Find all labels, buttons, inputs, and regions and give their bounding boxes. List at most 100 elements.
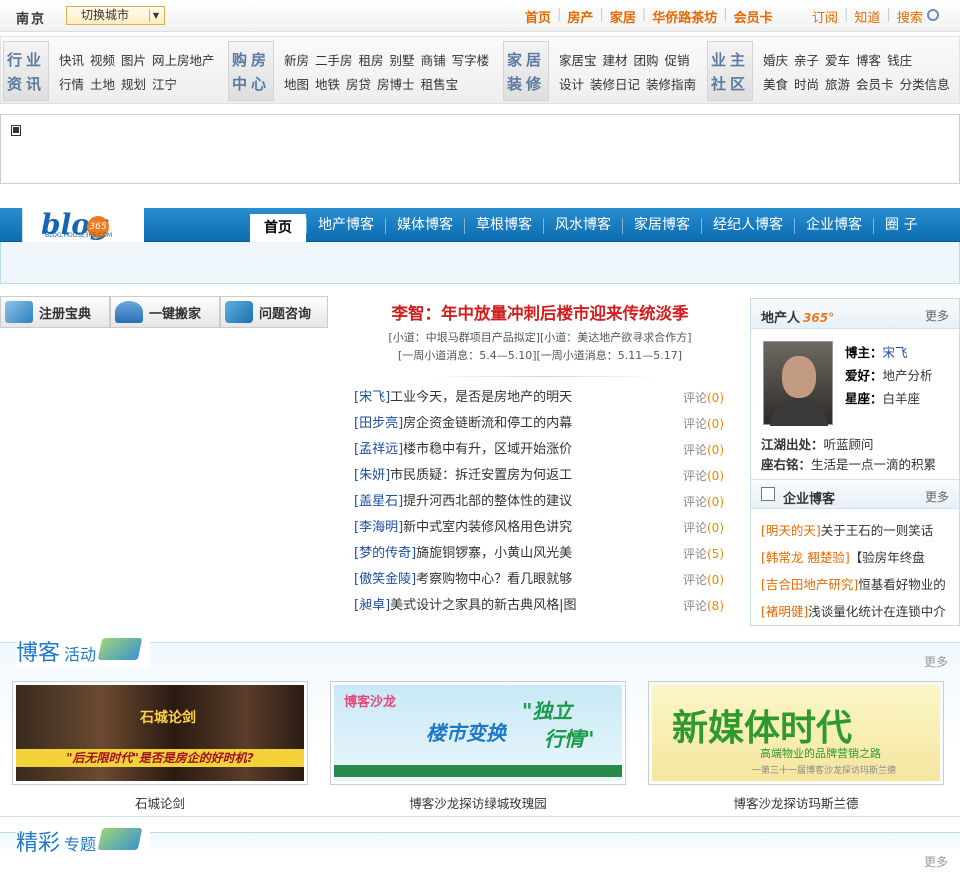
blog-tab-realestate[interactable]: 地产博客	[307, 208, 385, 242]
activity-caption[interactable]: 博客沙龙探访玛斯兰德	[648, 793, 944, 812]
cat-link[interactable]: 地铁	[315, 77, 340, 92]
article-title[interactable]: 房企资金链断流和停工的内幕	[403, 416, 572, 431]
cat-link[interactable]: 家居宝	[559, 53, 597, 68]
corp-author[interactable]: 吉合田地产研究	[766, 577, 854, 592]
blog-tab-agent[interactable]: 经纪人博客	[702, 208, 794, 242]
blog-tab-grassroots[interactable]: 草根博客	[465, 208, 543, 242]
more-link[interactable]: 更多	[925, 307, 949, 324]
article-author[interactable]: 昶卓	[359, 598, 385, 613]
activity-image[interactable]: 石城论剑 "后无限时代"是否是房企的好时机?	[16, 685, 304, 781]
activity-card[interactable]: 新媒体时代 高端物业的品牌营销之路 一第三十一届博客沙龙探访玛斯兰德	[648, 681, 944, 785]
top-nav-home-decor[interactable]: 家居	[610, 7, 636, 26]
cat-link[interactable]: 建材	[603, 53, 628, 68]
comment-label[interactable]: 评论	[683, 469, 707, 483]
article-title[interactable]: 新中式室内装修风格用色讲究	[403, 520, 572, 535]
comment-label[interactable]: 评论	[683, 417, 707, 431]
blog-tab-home-decor[interactable]: 家居博客	[623, 208, 701, 242]
blog-tab-media[interactable]: 媒体博客	[386, 208, 464, 242]
cat-link[interactable]: 写字楼	[452, 53, 490, 68]
blog-tab-enterprise[interactable]: 企业博客	[795, 208, 873, 242]
comment-label[interactable]: 评论	[683, 521, 707, 535]
avatar[interactable]	[763, 341, 833, 426]
article-author[interactable]: 田步亮	[359, 416, 398, 431]
activity-image[interactable]: 新媒体时代 高端物业的品牌营销之路 一第三十一届博客沙龙探访玛斯兰德	[652, 685, 940, 781]
cat-link[interactable]: 分类信息	[900, 77, 950, 92]
cat-link[interactable]: 二手房	[315, 53, 353, 68]
cat-link[interactable]: 爱车	[825, 53, 850, 68]
corp-author[interactable]: 褚明健	[766, 604, 804, 619]
cat-link[interactable]: 别墅	[390, 53, 415, 68]
article-author[interactable]: 朱妍	[359, 468, 385, 483]
activity-card[interactable]: 石城论剑 "后无限时代"是否是房企的好时机?	[12, 681, 308, 785]
article-title[interactable]: 美式设计之家具的新古典风格|图	[390, 598, 576, 613]
cat-link[interactable]: 行情	[59, 77, 84, 92]
cat-link[interactable]: 美食	[763, 77, 788, 92]
article-title[interactable]: 工业今天，是否是房地产的明天	[390, 390, 572, 405]
cat-link[interactable]: 婚庆	[763, 53, 788, 68]
cat-link[interactable]: 新房	[284, 53, 309, 68]
cat-link[interactable]: 会员卡	[856, 77, 894, 92]
comment-label[interactable]: 评论	[683, 391, 707, 405]
comment-label[interactable]: 评论	[683, 599, 707, 613]
city-switch-select[interactable]: 切换城市 ▼	[66, 6, 165, 25]
cat-link[interactable]: 房贷	[346, 77, 371, 92]
top-nav-home[interactable]: 首页	[525, 7, 551, 26]
cat-link[interactable]: 旅游	[825, 77, 850, 92]
article-author[interactable]: 李海明	[359, 520, 398, 535]
blog-tab-circle[interactable]: 圈 子	[874, 208, 928, 242]
cat-link[interactable]: 图片	[121, 53, 146, 68]
comment-label[interactable]: 评论	[683, 495, 707, 509]
corp-author[interactable]: 明天的天	[766, 523, 816, 538]
article-author[interactable]: 孟祥远	[359, 442, 398, 457]
ad-banner[interactable]	[0, 114, 960, 184]
subline-link[interactable]: [小道：中垠马群项目产品拟定][小道：美达地产欲寻求合作方]	[340, 329, 740, 347]
top-nav-membership[interactable]: 会员卡	[734, 7, 773, 26]
article-title[interactable]: 考察购物中心？看几眼就够	[416, 572, 572, 587]
one-click-move-button[interactable]: 一键搬家	[110, 296, 220, 328]
article-author[interactable]: 盖星石	[359, 494, 398, 509]
top-nav-house[interactable]: 房产	[567, 7, 593, 26]
cat-link[interactable]: 装修日记	[590, 77, 640, 92]
comment-label[interactable]: 评论	[683, 443, 707, 457]
corp-title[interactable]: 关于王石的一则笑话	[821, 523, 934, 538]
profile-value[interactable]: 宋飞	[883, 345, 908, 360]
cat-link[interactable]: 地图	[284, 77, 309, 92]
blog-logo[interactable]: blog 365 BLOG.HOUSE365.COM	[22, 208, 144, 242]
list-item[interactable]: [韩常龙 翘楚验]【验房年终盘	[761, 544, 957, 571]
corp-title[interactable]: 恒基看好物业的	[858, 577, 946, 592]
cat-link[interactable]: 时尚	[794, 77, 819, 92]
cat-link[interactable]: 土地	[90, 77, 115, 92]
cat-link[interactable]: 团购	[634, 53, 659, 68]
more-link[interactable]: 更多	[924, 853, 948, 870]
article-author[interactable]: 傲笑金陵	[359, 572, 411, 587]
activity-caption[interactable]: 博客沙龙探访绿城玫瑰园	[330, 793, 626, 812]
question-button[interactable]: 问题咨询	[220, 296, 328, 328]
cat-link[interactable]: 博客	[856, 53, 881, 68]
more-link[interactable]: 更多	[924, 653, 948, 670]
activity-card[interactable]: 博客沙龙 楼市变换 "独立 行情"	[330, 681, 626, 785]
cat-link[interactable]: 亲子	[794, 53, 819, 68]
article-title[interactable]: 提升河西北部的整体性的建议	[403, 494, 572, 509]
article-title[interactable]: 旖旎铜锣寨，小黄山风光美	[416, 546, 572, 561]
headline[interactable]: 李智：年中放量冲刺后楼市迎来传统淡季	[340, 300, 740, 324]
search-link[interactable]: 搜索	[897, 7, 923, 26]
article-title[interactable]: 楼市稳中有升，区域开始涨价	[403, 442, 572, 457]
subscribe-link[interactable]: 订阅	[812, 7, 838, 26]
cat-link[interactable]: 租售宝	[421, 77, 459, 92]
cat-link[interactable]: 设计	[559, 77, 584, 92]
blog-tab-home[interactable]: 首页	[250, 214, 306, 242]
list-item[interactable]: [褚明健]浅谈量化统计在连锁中介	[761, 598, 957, 625]
cat-link[interactable]: 促销	[665, 53, 690, 68]
corp-title[interactable]: 【验房年终盘	[850, 550, 925, 565]
top-nav-teahouse[interactable]: 华侨路茶坊	[652, 7, 717, 26]
cat-link[interactable]: 租房	[359, 53, 384, 68]
search-icon[interactable]	[926, 9, 939, 21]
activity-caption[interactable]: 石城论剑	[12, 793, 308, 812]
register-guide-button[interactable]: 注册宝典	[0, 296, 110, 328]
cat-link[interactable]: 钱庄	[887, 53, 912, 68]
cat-link[interactable]: 装修指南	[646, 77, 696, 92]
article-title[interactable]: 市民质疑：拆迁安置房为何返工	[390, 468, 572, 483]
article-author[interactable]: 宋飞	[359, 390, 385, 405]
list-item[interactable]: [吉合田地产研究]恒基看好物业的	[761, 571, 957, 598]
cat-link[interactable]: 网上房地产	[152, 53, 215, 68]
